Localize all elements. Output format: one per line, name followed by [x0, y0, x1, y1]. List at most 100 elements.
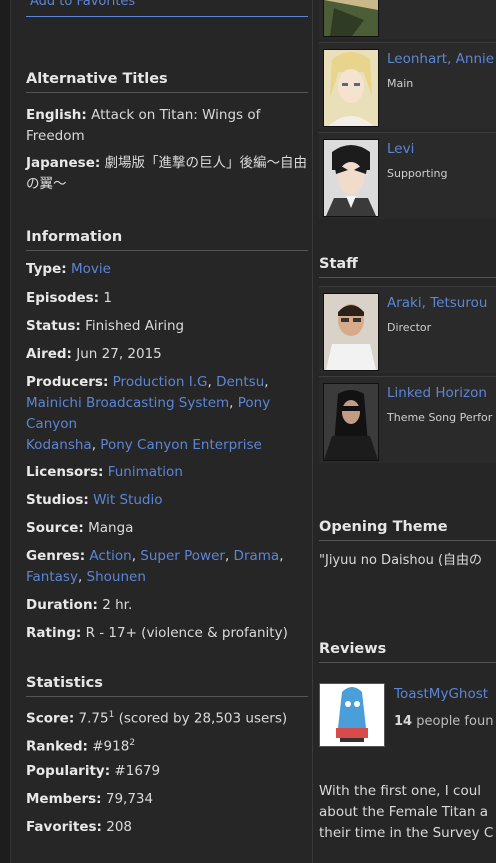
rating-label: Rating:	[26, 625, 82, 641]
character-role: Main	[387, 77, 414, 90]
review-helpful: 14 people foun	[394, 714, 493, 729]
character-name[interactable]: Levi	[387, 141, 414, 157]
staff-thumbnail[interactable]	[323, 383, 379, 461]
status-value: Finished Airing	[85, 318, 185, 334]
duration-value: 2 hr.	[102, 597, 133, 613]
helpful-count: 14	[394, 714, 413, 729]
licensors-label: Licensors:	[26, 464, 104, 480]
info-producers: Producers: Production I.G, Dentsu, Maini…	[26, 374, 271, 453]
alt-title-japanese: Japanese: 劇場版「進撃の巨人」後編～自由の翼～	[26, 153, 308, 195]
reviews-heading: Reviews	[319, 641, 496, 663]
staff-thumbnail[interactable]	[323, 293, 379, 371]
type-label: Type:	[26, 261, 67, 277]
producer-link[interactable]: Production I.G	[113, 374, 208, 390]
information-heading: Information	[26, 229, 308, 251]
add-to-favorites-link[interactable]: Add to Favorites	[30, 0, 135, 9]
ranked-footnote: 2	[129, 738, 136, 748]
staff-heading: Staff	[319, 256, 496, 278]
genre-link[interactable]: Super Power	[140, 548, 225, 564]
staff-card-araki: Araki, Tetsurou Director	[319, 286, 496, 373]
staff-name[interactable]: Linked Horizon	[387, 385, 487, 401]
character-thumbnail[interactable]	[323, 0, 379, 37]
popularity-label: Popularity:	[26, 763, 111, 779]
duration-label: Duration:	[26, 597, 98, 613]
character-thumbnail[interactable]	[323, 49, 379, 127]
genre-link[interactable]: Shounen	[87, 569, 146, 585]
character-thumbnail[interactable]	[323, 139, 379, 217]
review-line: about the Female Titan a	[319, 804, 489, 820]
producer-link[interactable]: Dentsu	[216, 374, 264, 390]
stat-members: Members: 79,734	[26, 789, 308, 810]
right-column: Leonhart, Annie Main Levi Supporting Sta…	[319, 0, 496, 863]
status-label: Status:	[26, 318, 81, 334]
info-aired: Aired: Jun 27, 2015	[26, 344, 308, 365]
ranked-label: Ranked:	[26, 738, 88, 755]
licensor-link[interactable]: Funimation	[108, 464, 183, 480]
score-value: 7.75	[78, 710, 109, 727]
rating-value: R - 17+ (violence & profanity)	[85, 625, 288, 641]
studio-link[interactable]: Wit Studio	[93, 492, 162, 508]
genre-link[interactable]: Drama	[234, 548, 280, 564]
source-label: Source:	[26, 520, 84, 536]
producer-link[interactable]: Mainichi Broadcasting System	[26, 395, 229, 411]
character-name[interactable]: Leonhart, Annie	[387, 51, 494, 67]
english-label: English:	[26, 107, 87, 123]
stat-favorites: Favorites: 208	[26, 817, 308, 838]
reviewer-avatar[interactable]	[319, 683, 385, 747]
add-to-favorites[interactable]: Add to Favorites	[26, 0, 308, 17]
staff-role: Director	[387, 321, 432, 334]
score-note: (scored by 28,503 users)	[118, 710, 288, 727]
info-licensors: Licensors: Funimation	[26, 462, 308, 483]
source-value: Manga	[88, 520, 134, 536]
score-label: Score:	[26, 710, 75, 727]
genre-link[interactable]: Fantasy	[26, 569, 78, 585]
popularity-value: #1679	[114, 763, 161, 779]
column-divider	[312, 0, 313, 863]
review-line: With the first one, I coul	[319, 783, 482, 799]
info-duration: Duration: 2 hr.	[26, 595, 308, 616]
stat-popularity: Popularity: #1679	[26, 761, 308, 782]
japanese-label: Japanese:	[26, 155, 101, 171]
statistics-heading: Statistics	[26, 675, 308, 697]
producers-label: Producers:	[26, 374, 109, 390]
staff-name[interactable]: Araki, Tetsurou	[387, 295, 487, 311]
type-link[interactable]: Movie	[71, 261, 111, 277]
character-card-levi: Levi Supporting	[319, 132, 496, 219]
left-rail	[0, 0, 11, 863]
review-line: their time in the Survey C	[319, 825, 494, 841]
genres-label: Genres:	[26, 548, 86, 564]
info-episodes: Episodes: 1	[26, 288, 308, 309]
reviewer-name[interactable]: ToastMyGhost	[394, 686, 488, 702]
info-studios: Studios: Wit Studio	[26, 490, 308, 511]
info-source: Source: Manga	[26, 518, 308, 539]
genre-link[interactable]: Action	[89, 548, 131, 564]
stat-score: Score: 7.751 (scored by 28,503 users)	[26, 705, 308, 730]
info-status: Status: Finished Airing	[26, 316, 308, 337]
producer-link[interactable]: Kodansha	[26, 437, 92, 453]
character-card-partial	[319, 0, 496, 39]
producer-link[interactable]: Pony Canyon Enterprise	[100, 437, 262, 453]
members-value: 79,734	[105, 791, 154, 807]
episodes-value: 1	[103, 290, 112, 306]
info-genres: Genres: Action, Super Power, Drama, Fant…	[26, 548, 284, 585]
character-card-annie: Leonhart, Annie Main	[319, 42, 496, 129]
review-text: With the first one, I coul about the Fem…	[319, 781, 496, 844]
aired-value: Jun 27, 2015	[76, 346, 162, 362]
score-footnote: 1	[108, 710, 115, 720]
character-role: Supporting	[387, 167, 448, 180]
info-type: Type: Movie	[26, 259, 308, 280]
staff-card-linked-horizon: Linked Horizon Theme Song Perfor	[319, 376, 496, 463]
alt-title-english: English: Attack on Titan: Wings of Freed…	[26, 105, 308, 147]
opening-theme-heading: Opening Theme	[319, 519, 496, 541]
episodes-label: Episodes:	[26, 290, 100, 306]
studios-label: Studios:	[26, 492, 89, 508]
ranked-value: #918	[92, 738, 130, 755]
info-rating: Rating: R - 17+ (violence & profanity)	[26, 623, 308, 644]
favorites-label: Favorites:	[26, 819, 102, 835]
helpful-text: people foun	[416, 714, 494, 729]
favorites-value: 208	[106, 819, 133, 835]
members-label: Members:	[26, 791, 102, 807]
alt-titles-heading: Alternative Titles	[26, 71, 308, 93]
staff-role: Theme Song Perfor	[387, 411, 493, 424]
opening-theme-text: "Jiyuu no Daishou (自由の	[319, 553, 483, 568]
